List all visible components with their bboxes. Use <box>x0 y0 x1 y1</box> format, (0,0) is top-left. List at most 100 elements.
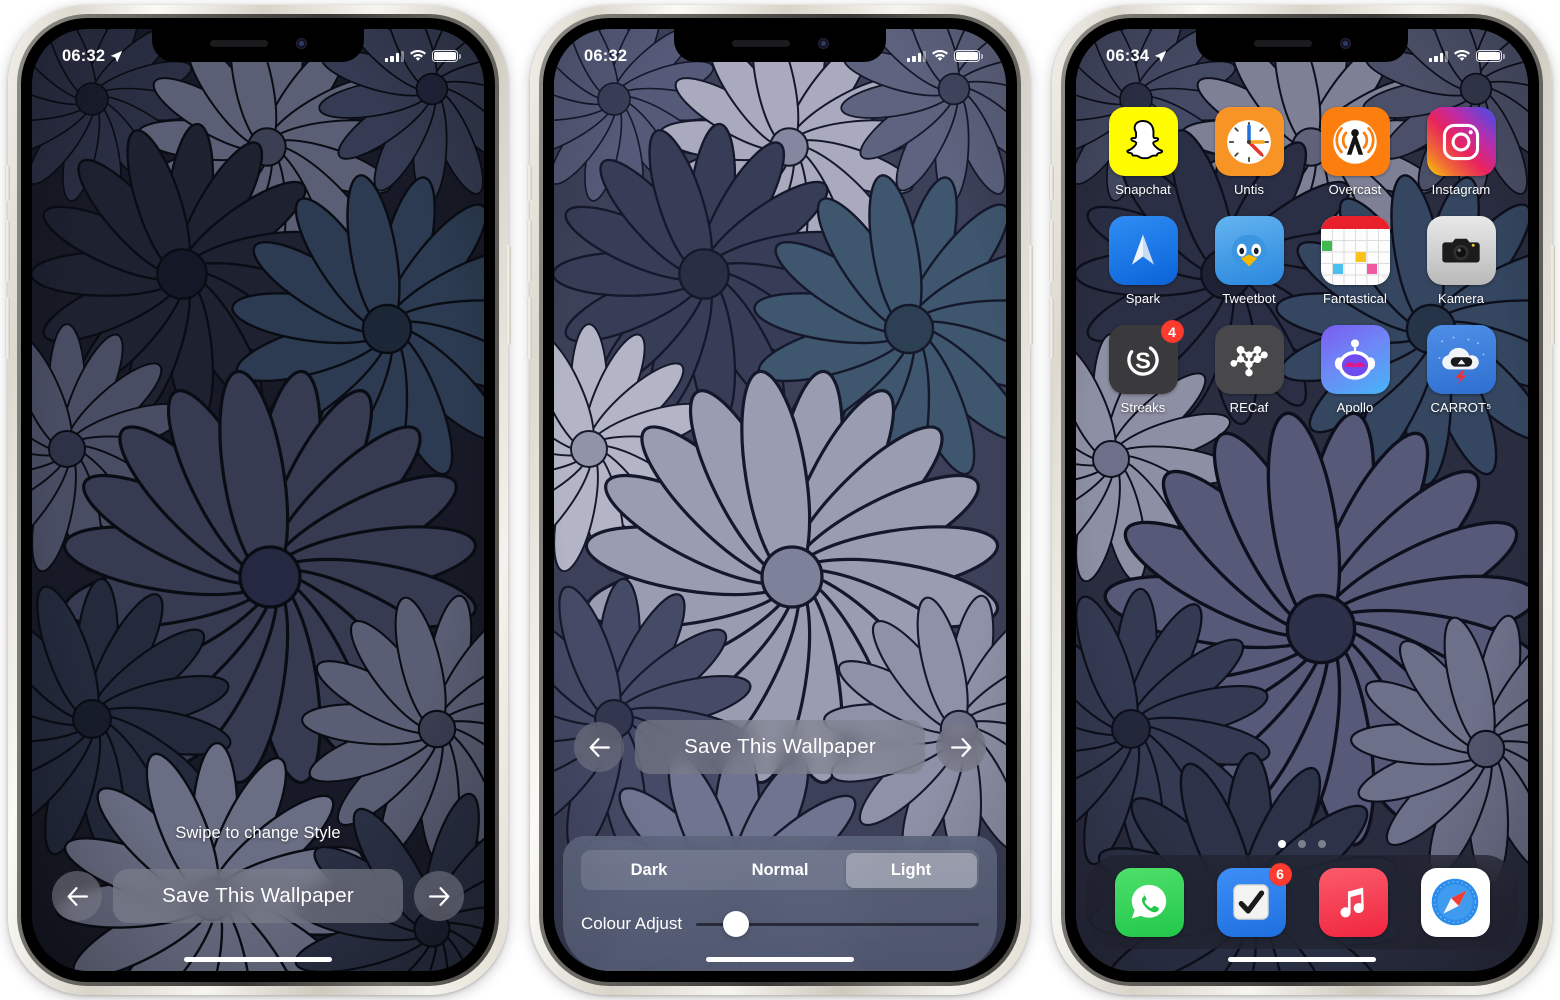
next-style-button[interactable] <box>414 871 464 921</box>
app-label: Spark <box>1125 291 1161 306</box>
page-dot-3[interactable] <box>1318 840 1326 848</box>
status-time: 06:32 <box>584 46 628 65</box>
dock-app-music[interactable] <box>1318 867 1388 937</box>
previous-style-button[interactable] <box>574 722 624 772</box>
silent-switch[interactable] <box>5 165 10 201</box>
silent-switch[interactable] <box>527 165 532 201</box>
save-wallpaper-button[interactable]: Save This Wallpaper <box>635 720 925 774</box>
wifi-icon <box>410 50 426 61</box>
battery-icon <box>1476 49 1505 63</box>
recaf-molecule-icon <box>1214 325 1284 394</box>
signal-bars-icon <box>385 50 404 62</box>
safari-compass-icon <box>1420 867 1490 937</box>
location-arrow-icon <box>1155 50 1167 62</box>
next-style-button[interactable] <box>936 722 986 772</box>
apple-music-note-icon <box>1318 867 1388 937</box>
signal-bars-icon <box>1429 50 1448 62</box>
page-dot-1[interactable] <box>1278 840 1286 848</box>
home-indicator[interactable] <box>1228 957 1376 962</box>
app-spark[interactable]: Spark <box>1090 216 1196 306</box>
app-label: Streaks <box>1120 400 1166 415</box>
volume-up-button[interactable] <box>1049 220 1054 282</box>
app-overcast[interactable]: Overcast <box>1302 107 1408 197</box>
swipe-hint-label: Swipe to change Style <box>175 824 341 842</box>
volume-down-button[interactable] <box>5 297 10 359</box>
power-button[interactable] <box>1550 245 1555 345</box>
app-fantastical[interactable]: Fantastical <box>1302 216 1408 306</box>
volume-up-button[interactable] <box>527 220 532 282</box>
phone-screen: 06:34 Snapchat Untis Overcast Instagram … <box>1076 29 1528 971</box>
volume-down-button[interactable] <box>527 297 532 359</box>
arrow-right-icon <box>428 886 449 906</box>
wifi-icon <box>1454 50 1470 61</box>
app-label: Untis <box>1233 182 1265 197</box>
app-label: Overcast <box>1328 182 1382 197</box>
app-label: Tweetbot <box>1222 291 1276 306</box>
page-dot-2[interactable] <box>1298 840 1306 848</box>
dock-app-whatsapp[interactable] <box>1114 867 1184 937</box>
dock-app-things[interactable]: 6 <box>1216 862 1292 937</box>
camera-icon <box>1426 216 1496 285</box>
segment-normal[interactable]: Normal <box>715 853 846 888</box>
battery-icon <box>432 49 461 63</box>
previous-style-button[interactable] <box>52 871 102 921</box>
app-apollo[interactable]: Apollo <box>1302 325 1408 415</box>
home-indicator[interactable] <box>184 957 332 962</box>
app-label: RECaf <box>1229 400 1269 415</box>
spark-paper-plane-icon <box>1108 216 1178 285</box>
status-bar: 06:32 <box>554 29 1006 73</box>
app-untis[interactable]: Untis <box>1196 107 1302 197</box>
silent-switch[interactable] <box>1049 165 1054 201</box>
segment-dark[interactable]: Dark <box>584 853 715 888</box>
segment-normal-label: Normal <box>751 860 809 879</box>
style-options-sheet: Dark Normal Light Colour Adjust <box>563 836 997 971</box>
app-snapchat[interactable]: Snapchat <box>1090 107 1196 197</box>
app-tweetbot[interactable]: Tweetbot <box>1196 216 1302 306</box>
wifi-icon <box>932 50 948 61</box>
save-wallpaper-button[interactable]: Save This Wallpaper <box>113 869 403 923</box>
colour-adjust-slider-thumb[interactable] <box>722 911 749 937</box>
status-bar: 06:32 <box>32 29 484 73</box>
screenshot-stage: 06:32 Swipe to change Style Save This Wa… <box>0 0 1560 1000</box>
dock: 6 <box>1086 855 1518 949</box>
app-streaks[interactable]: S 4 Streaks <box>1090 320 1196 415</box>
app-badge: 4 <box>1160 320 1184 343</box>
app-kamera[interactable]: Kamera <box>1408 216 1514 306</box>
tweetbot-bird-icon <box>1214 216 1284 285</box>
app-recaf[interactable]: RECaf <box>1196 325 1302 415</box>
whatsapp-icon <box>1114 867 1184 937</box>
power-button[interactable] <box>506 245 511 345</box>
wallpaper-controls-row: Save This Wallpaper <box>52 869 464 923</box>
save-wallpaper-label: Save This Wallpaper <box>684 735 876 758</box>
app-label: CARROT⁵ <box>1430 400 1492 415</box>
style-segmented-control[interactable]: Dark Normal Light <box>581 850 979 890</box>
app-instagram[interactable]: Instagram <box>1408 107 1514 197</box>
snapchat-icon <box>1108 107 1178 176</box>
volume-down-button[interactable] <box>1049 297 1054 359</box>
fantastical-calendar-icon <box>1320 216 1390 285</box>
app-carrot[interactable]: CARROT⁵ <box>1408 325 1514 415</box>
app-grid: Snapchat Untis Overcast Instagram Spark … <box>1090 107 1514 415</box>
app-label: Snapchat <box>1115 182 1171 197</box>
arrow-left-icon <box>67 886 88 906</box>
apollo-robot-icon <box>1320 325 1390 394</box>
phone-screen: 06:32 Save This Wallpaper Dark Normal Li… <box>554 29 1006 971</box>
dock-app-safari[interactable] <box>1420 867 1490 937</box>
overcast-antenna-icon <box>1320 107 1390 176</box>
volume-up-button[interactable] <box>5 220 10 282</box>
wallpaper-light <box>554 29 1006 971</box>
phone-screen: 06:32 Swipe to change Style Save This Wa… <box>32 29 484 971</box>
colour-adjust-label: Colour Adjust <box>581 914 683 933</box>
segment-light[interactable]: Light <box>845 852 977 888</box>
location-arrow-icon <box>111 50 123 62</box>
app-label: Apollo <box>1336 400 1374 415</box>
arrow-right-icon <box>950 737 971 757</box>
power-button[interactable] <box>1028 245 1033 345</box>
instagram-camera-icon <box>1426 107 1496 176</box>
app-label: Fantastical <box>1323 291 1387 306</box>
home-screen: Snapchat Untis Overcast Instagram Spark … <box>1076 29 1528 971</box>
home-indicator[interactable] <box>706 957 854 962</box>
app-label: Kamera <box>1437 291 1485 306</box>
page-dots[interactable] <box>1076 840 1528 848</box>
colour-adjust-slider[interactable] <box>696 911 979 937</box>
